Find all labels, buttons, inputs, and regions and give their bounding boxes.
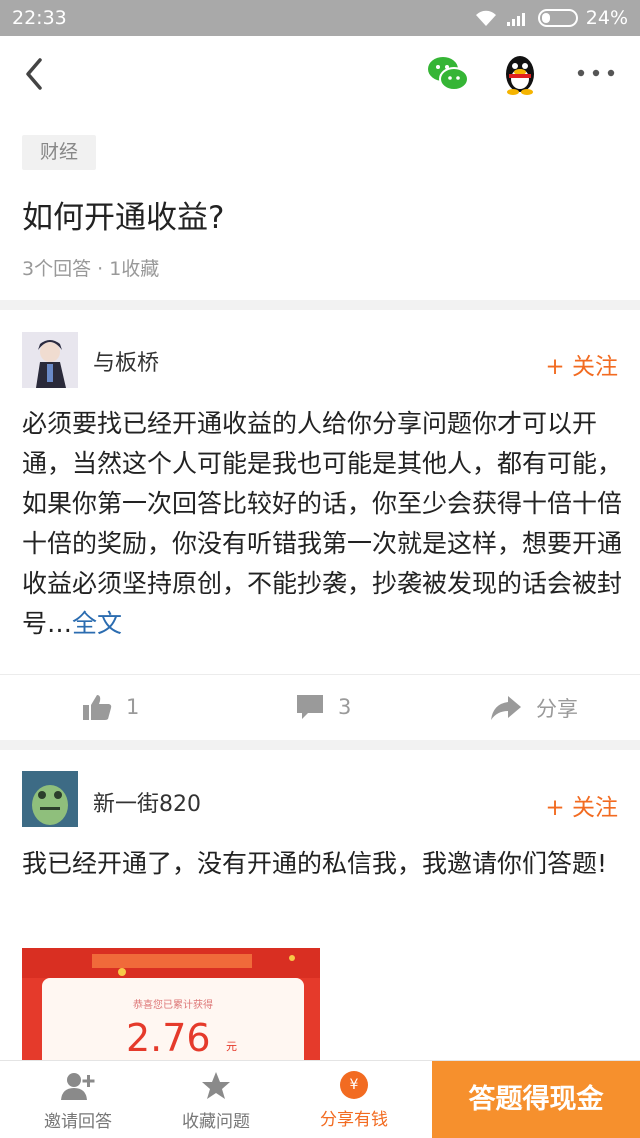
avatar[interactable]: [22, 771, 78, 827]
full-text-link[interactable]: 全文: [72, 609, 122, 638]
earnings-amount: 2.76: [126, 1016, 211, 1060]
follow-button[interactable]: + 关注: [545, 347, 618, 381]
tab-label: 分享有钱: [320, 1110, 388, 1130]
answer-image[interactable]: 恭喜您已累计获得 2.76 元: [22, 948, 320, 1060]
status-time: 22:33: [12, 7, 67, 29]
wechat-icon[interactable]: [426, 54, 470, 94]
follow-button[interactable]: + 关注: [545, 788, 618, 822]
thumbs-up-icon: [83, 695, 112, 720]
answer-text[interactable]: 我已经开通了，没有开通的私信我，我邀请你们答题!: [22, 844, 622, 884]
answer-for-cash-button[interactable]: 答题得现金: [432, 1061, 640, 1138]
avatar[interactable]: [22, 332, 78, 388]
author-name[interactable]: 与板桥: [93, 345, 159, 377]
tab-label: 邀请回答: [44, 1112, 112, 1132]
top-bar: [0, 36, 640, 114]
tab-label: 收藏问题: [182, 1112, 250, 1132]
share-label: 分享: [536, 697, 578, 721]
status-bar: 22:33 24%: [0, 0, 640, 36]
question-title: 如何开通收益?: [22, 200, 225, 236]
like-count: 1: [126, 695, 140, 719]
comment-icon: [297, 695, 323, 719]
tab-share-earn[interactable]: ¥ 分享有钱: [284, 1061, 424, 1138]
share-button[interactable]: 分享: [490, 693, 578, 723]
like-button[interactable]: 1: [82, 693, 139, 721]
yuan-badge-icon: ¥: [340, 1071, 368, 1099]
earnings-unit: 元: [226, 1040, 237, 1053]
section-divider: [0, 740, 640, 750]
add-user-icon: [61, 1073, 95, 1100]
more-options-icon[interactable]: [575, 60, 617, 86]
tab-favorite-question[interactable]: 收藏问题: [146, 1061, 286, 1138]
status-icons: 24%: [474, 7, 628, 29]
author-name[interactable]: 新一街820: [93, 786, 201, 818]
answer-card: 与板桥 + 关注 必须要找已经开通收益的人给你分享问题你才可以开通，当然这个人可…: [0, 310, 640, 740]
back-arrow-icon[interactable]: [18, 56, 52, 92]
answer-actions: 1 3 分享: [0, 674, 640, 742]
bottom-bar: 邀请回答 收藏问题 ¥ 分享有钱 答题得现金: [0, 1060, 640, 1138]
question-meta: 3个回答 · 1收藏: [22, 258, 160, 280]
star-icon: [202, 1072, 230, 1099]
category-tag[interactable]: 财经: [22, 135, 97, 170]
qq-icon[interactable]: [500, 52, 540, 96]
answer-body: 必须要找已经开通收益的人给你分享问题你才可以开通，当然这个人可能是我也可能是其他…: [22, 409, 623, 638]
banner-decoration: [22, 948, 320, 978]
signal-icon: [506, 13, 525, 26]
earnings-label: 恭喜您已累计获得: [133, 1000, 213, 1011]
tab-invite-answer[interactable]: 邀请回答: [8, 1061, 148, 1138]
comment-button[interactable]: 3: [296, 693, 351, 721]
section-divider: [0, 300, 640, 310]
share-arrow-icon: [491, 696, 521, 720]
comment-count: 3: [338, 695, 352, 719]
answer-text[interactable]: 必须要找已经开通收益的人给你分享问题你才可以开通，当然这个人可能是我也可能是其他…: [22, 404, 622, 644]
battery-percent: 24%: [585, 7, 628, 29]
wifi-icon: [475, 10, 496, 26]
question-header: 财经 如何开通收益? 3个回答 · 1收藏: [0, 114, 640, 300]
battery-icon: [537, 9, 578, 27]
earnings-card: 恭喜您已累计获得 2.76 元: [42, 978, 304, 1060]
